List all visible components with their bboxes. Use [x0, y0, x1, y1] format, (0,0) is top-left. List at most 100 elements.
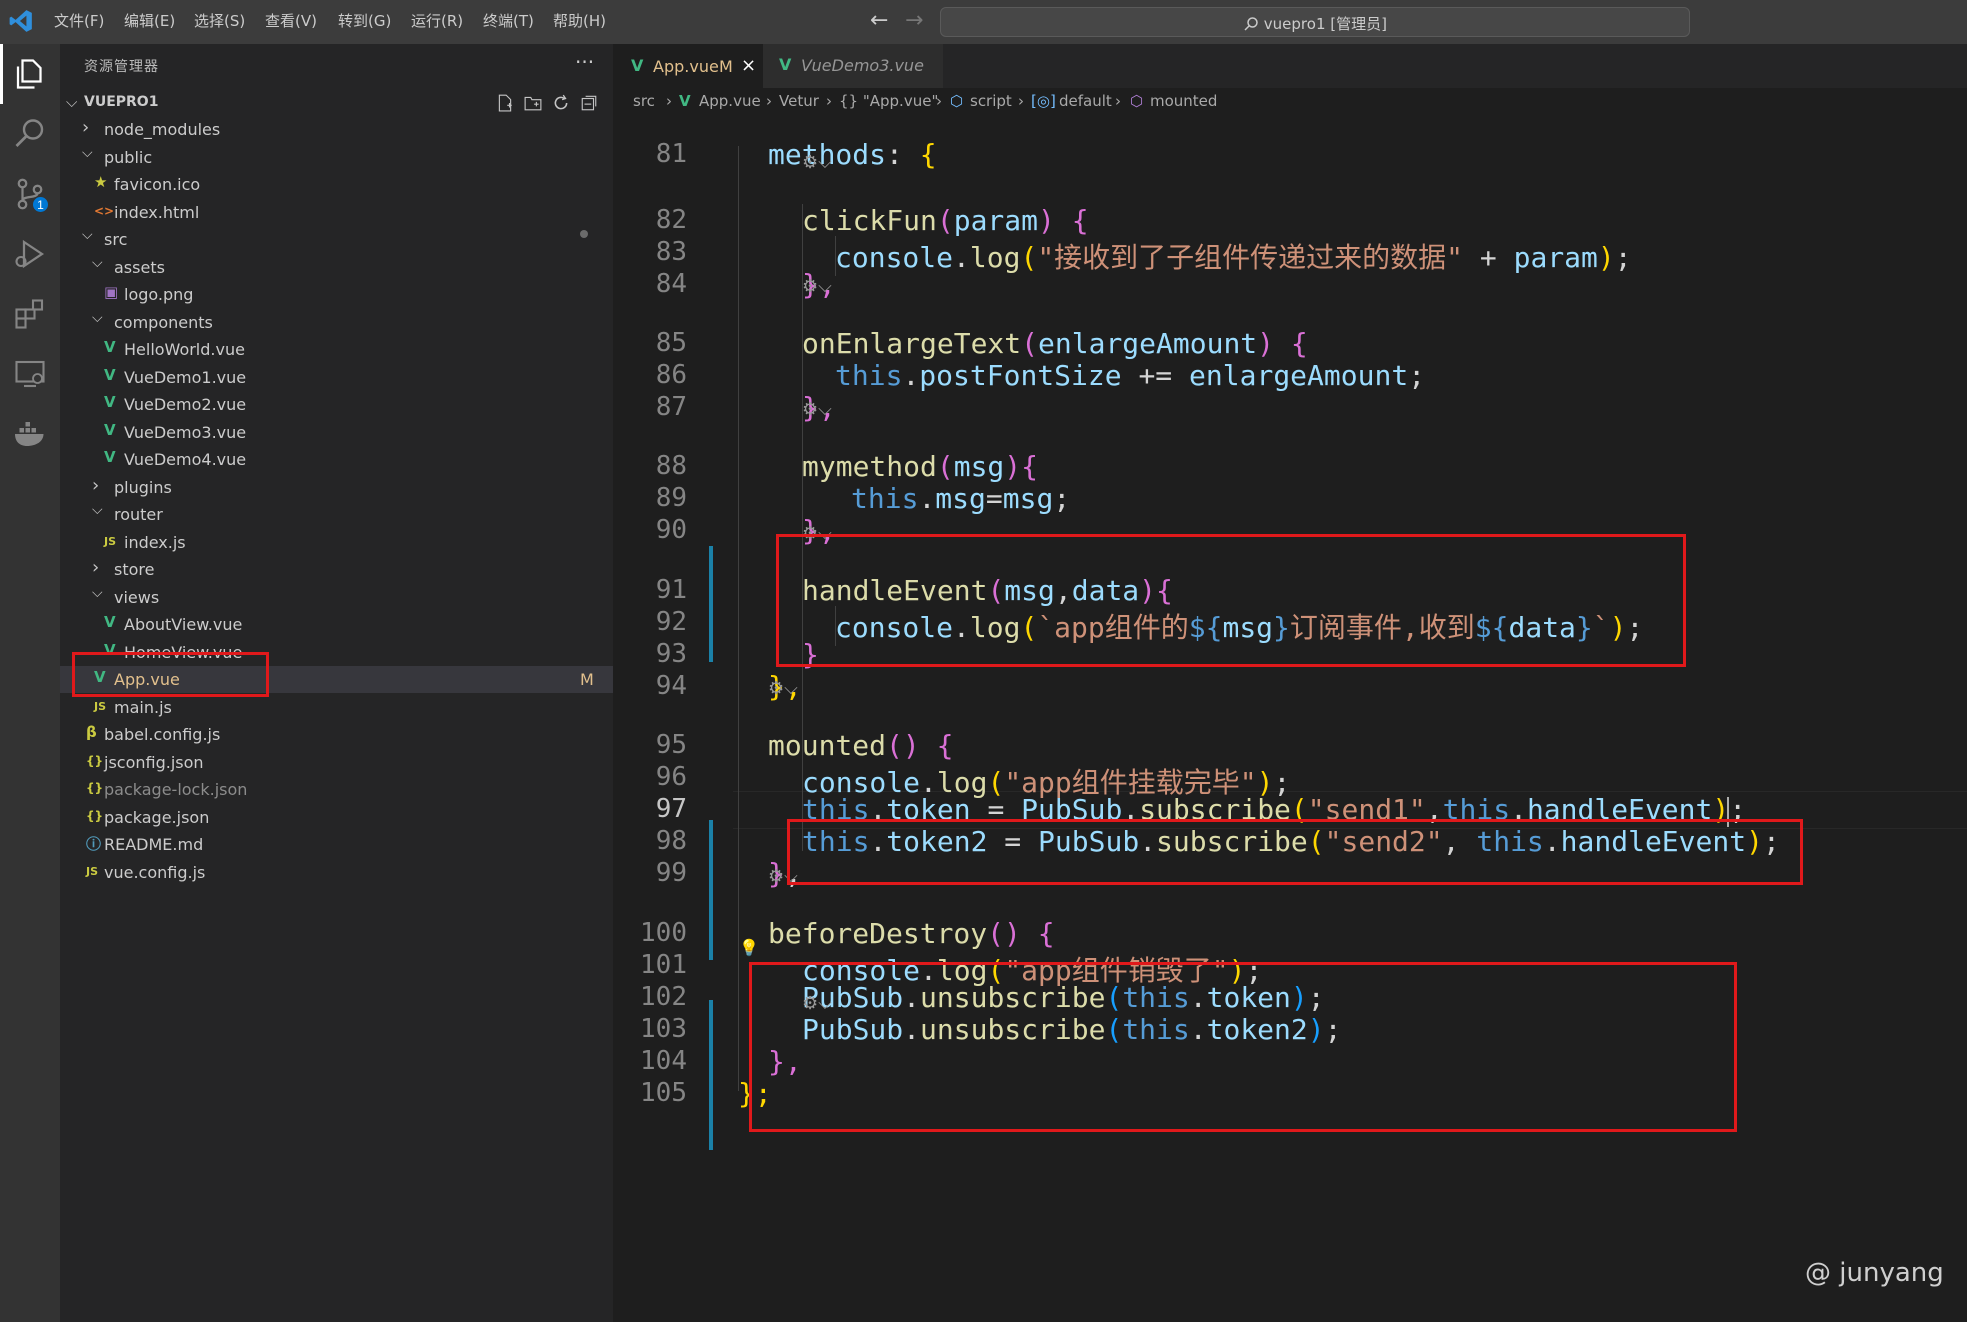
menu-edit[interactable]: 编辑(E) — [124, 10, 175, 31]
code-line[interactable]: mounted() { — [768, 729, 953, 762]
tree-file[interactable]: {} package.json — [60, 804, 613, 831]
back-arrow-icon[interactable]: ← — [870, 8, 888, 33]
run-debug-icon[interactable] — [12, 236, 48, 272]
menu-run[interactable]: 运行(R) — [411, 10, 463, 31]
lightbulb-icon[interactable]: 💡 — [739, 938, 759, 957]
highlight-box — [72, 652, 269, 697]
tree-folder[interactable]: › node_modules — [60, 116, 613, 143]
tree-file[interactable]: JS index.js — [60, 529, 613, 556]
tab-label: VueDemo3.vue — [801, 56, 924, 75]
explorer-icon[interactable] — [12, 56, 48, 92]
tree-file[interactable]: V VueDemo3.vue — [60, 419, 613, 446]
chevron-right-icon: › — [666, 92, 672, 110]
tree-item-label: VueDemo3.vue — [124, 422, 247, 442]
tree-folder[interactable]: › plugins — [60, 474, 613, 501]
source-control-icon[interactable]: 1 — [12, 176, 48, 212]
tree-file[interactable]: V VueDemo1.vue — [60, 364, 613, 391]
code-line[interactable]: this.postFontSize += enlargeAmount; — [835, 359, 1425, 392]
tree-file[interactable]: ▣ logo.png — [60, 281, 613, 308]
menu-file[interactable]: 文件(F) — [54, 10, 104, 31]
tree-file[interactable]: β babel.config.js — [60, 721, 613, 748]
remote-explorer-icon[interactable] — [12, 356, 48, 392]
tree-file[interactable]: JS main.js — [60, 694, 613, 721]
tab-app-vue[interactable]: V App.vue M × — [613, 44, 763, 89]
collapse-all-icon[interactable] — [580, 94, 598, 112]
code-token: ) — [1038, 204, 1055, 237]
tree-file[interactable]: V AboutView.vue — [60, 611, 613, 638]
tree-folder[interactable]: ⌵ router — [60, 501, 613, 528]
tree-item-label: index.js — [124, 532, 186, 552]
tree-item-label: components — [114, 312, 213, 332]
line-number: 93 — [655, 639, 687, 669]
line-number: 88 — [655, 451, 687, 481]
tree-item-label: main.js — [114, 697, 172, 717]
refresh-icon[interactable] — [552, 94, 570, 112]
project-header[interactable]: ⌵ VUEPRO1 — [60, 90, 613, 116]
more-actions-icon[interactable]: ··· — [575, 50, 594, 74]
code-token: . — [902, 359, 920, 392]
tree-file[interactable]: {} package-lock.json — [60, 776, 613, 803]
command-center-search[interactable]: vuepro1 [管理员] — [940, 7, 1690, 37]
chevron-down-icon: ⌵ — [92, 502, 103, 518]
tab-vuedemo3[interactable]: V VueDemo3.vue — [763, 44, 943, 88]
codelens-gear-icon[interactable]: ⚙⌵ — [802, 399, 832, 420]
code-token: () — [886, 729, 920, 762]
tree-file[interactable]: {} jsconfig.json — [60, 749, 613, 776]
tree-folder[interactable]: ⌵ assets — [60, 254, 613, 281]
code-line[interactable]: onEnlargeText(enlargeAmount) { — [802, 327, 1308, 360]
new-file-icon[interactable] — [496, 94, 514, 112]
breadcrumb-module[interactable]: {} "App.vue" — [839, 92, 938, 110]
code-line[interactable]: this.msg=msg; — [851, 482, 1070, 515]
chevron-down-icon: ⌵ — [82, 227, 93, 243]
code-editor[interactable]: 81 methods: {82 clickFun(param) {83 console… — [613, 116, 1967, 1322]
tree-item-label: src — [104, 230, 128, 249]
code-line[interactable]: mymethod(msg){ — [802, 450, 1038, 483]
svg-text:1: 1 — [37, 198, 44, 212]
menu-go[interactable]: 转到(G) — [338, 10, 391, 31]
breadcrumb-mounted[interactable]: mounted — [1150, 92, 1217, 110]
code-line[interactable]: beforeDestroy() { — [768, 917, 1055, 950]
breadcrumb-file[interactable]: App.vue — [699, 92, 761, 110]
close-icon[interactable]: × — [741, 55, 756, 76]
menu-help[interactable]: 帮助(H) — [553, 10, 606, 31]
search-icon — [1244, 17, 1258, 31]
codelens-gear-icon[interactable]: ⚙⌵ — [768, 678, 798, 699]
editor-tabs: V App.vue M × V VueDemo3.vue — [613, 44, 1967, 89]
menu-selection[interactable]: 选择(S) — [194, 10, 245, 31]
code-line[interactable]: clickFun(param) { — [802, 204, 1089, 237]
tree-folder[interactable]: › store — [60, 556, 613, 583]
forward-arrow-icon[interactable]: → — [905, 8, 923, 33]
code-token: "接收到了子组件传递过来的数据" — [1037, 241, 1464, 274]
breadcrumb-vetur[interactable]: Vetur — [779, 92, 819, 110]
tree-file[interactable]: <> index.html — [60, 199, 613, 226]
new-folder-icon[interactable] — [524, 94, 542, 112]
menu-view[interactable]: 查看(V) — [265, 10, 317, 31]
breadcrumb-default[interactable]: default — [1059, 92, 1112, 110]
menu-terminal[interactable]: 终端(T) — [483, 10, 534, 31]
search-view-icon[interactable] — [12, 116, 48, 152]
tree-file[interactable]: V HelloWorld.vue — [60, 336, 613, 363]
vue-file-icon: V — [104, 393, 116, 411]
tree-item-label: router — [114, 505, 163, 524]
tree-folder[interactable]: ⌵ views — [60, 584, 613, 611]
tree-file[interactable]: ⓘ README.md — [60, 831, 613, 858]
method-icon: ⬡ — [1130, 92, 1144, 110]
code-token: this — [851, 482, 919, 515]
codelens-gear-icon[interactable]: ⚙⌵ — [802, 152, 832, 173]
extensions-icon[interactable] — [12, 296, 48, 332]
docker-icon[interactable] — [12, 416, 48, 452]
tree-folder[interactable]: ⌵ public — [60, 144, 613, 171]
tree-file[interactable]: JS vue.config.js — [60, 859, 613, 886]
indent-guide — [802, 204, 803, 764]
tree-file[interactable]: V VueDemo2.vue — [60, 391, 613, 418]
line-number: 103 — [640, 1014, 687, 1044]
codelens-gear-icon[interactable]: ⚙⌵ — [802, 276, 832, 297]
code-line[interactable]: console.log("接收到了子组件传递过来的数据" + param); — [835, 236, 1632, 276]
tree-folder[interactable]: ⌵ components — [60, 309, 613, 336]
code-line[interactable]: methods: { — [768, 138, 937, 171]
breadcrumb-script[interactable]: script — [970, 92, 1012, 110]
tree-folder[interactable]: ⌵ src — [60, 226, 613, 253]
tree-file[interactable]: ★ favicon.ico — [60, 171, 613, 198]
breadcrumb-src[interactable]: src — [633, 92, 655, 110]
tree-file[interactable]: V VueDemo4.vue — [60, 446, 613, 473]
